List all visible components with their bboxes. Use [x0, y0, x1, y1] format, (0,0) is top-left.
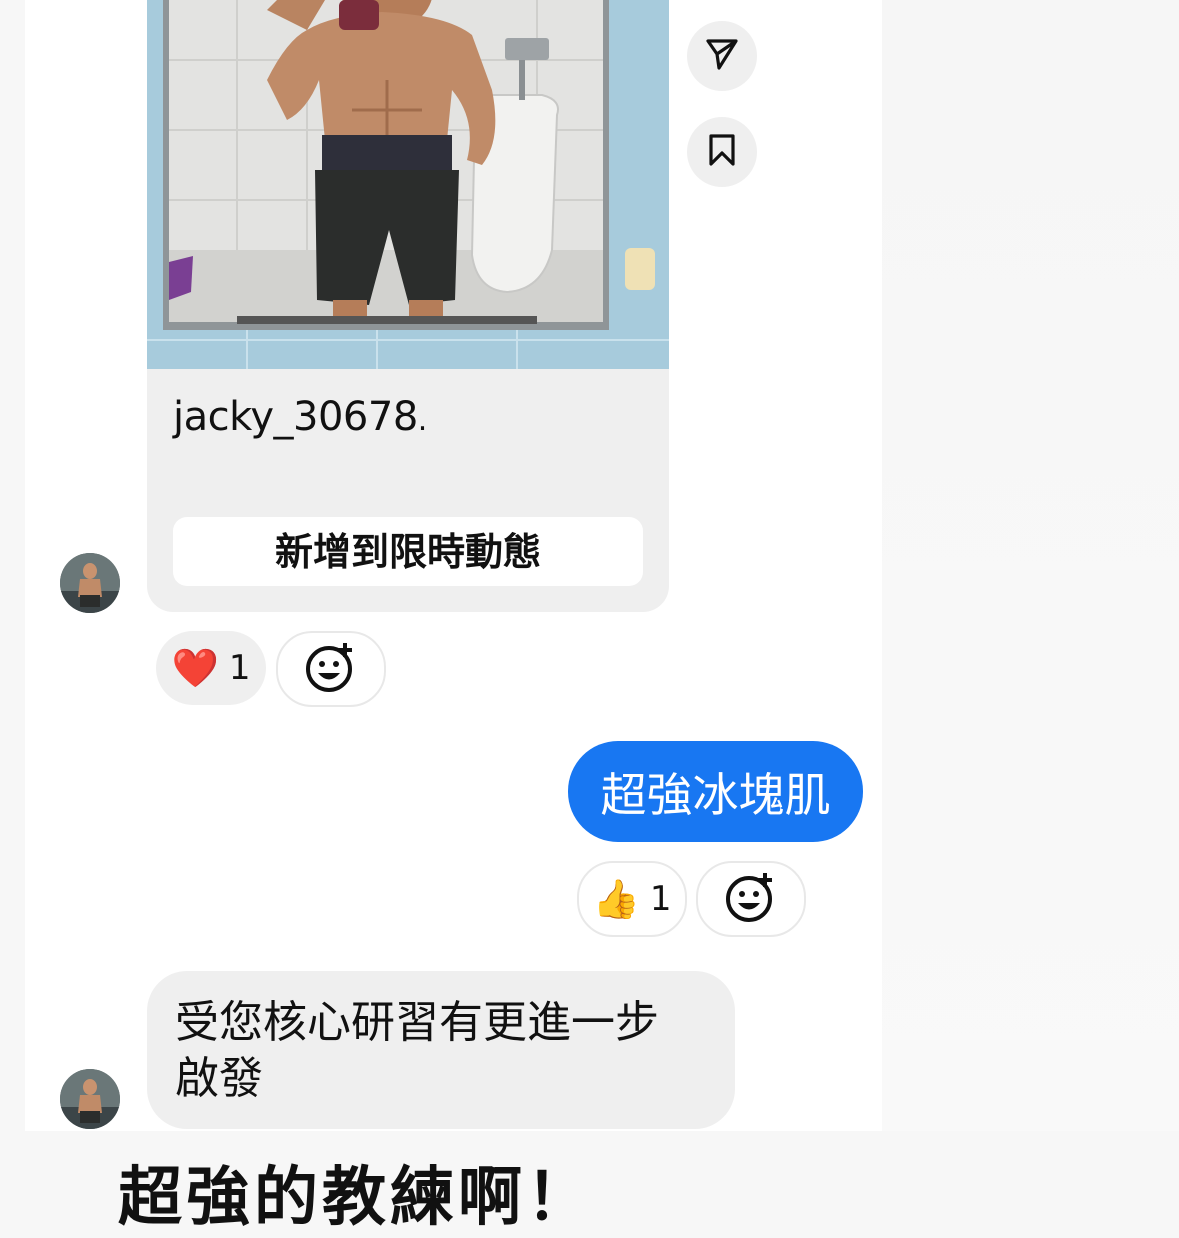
add-emoji-icon	[724, 870, 778, 928]
chat-thread: jacky_30678. 新增到限時動態 ❤️ 1 超強冰塊肌 👍 1 受您核心…	[25, 0, 882, 1131]
reaction-count: 1	[649, 879, 672, 919]
outgoing-message-bubble[interactable]: 超強冰塊肌	[568, 741, 863, 842]
outgoing-message-text: 超強冰塊肌	[600, 767, 831, 822]
add-reaction-button[interactable]	[276, 631, 386, 707]
background-panel	[882, 0, 1179, 1131]
caption-text: 超強的教練啊！	[118, 1161, 594, 1235]
post-reaction-badge[interactable]: ❤️ 1	[156, 631, 266, 705]
sender-avatar[interactable]	[60, 553, 120, 613]
add-emoji-icon	[304, 640, 358, 698]
outgoing-reaction-badge[interactable]: 👍 1	[577, 861, 687, 937]
sender-avatar[interactable]	[60, 1069, 120, 1129]
send-icon	[705, 37, 739, 75]
incoming-message-bubble[interactable]: 受您核心研習有更進一步 啟發	[147, 971, 735, 1129]
post-username[interactable]: jacky_30678.	[173, 394, 427, 440]
post-photo[interactable]	[147, 0, 669, 369]
thumbs-up-emoji: 👍	[592, 876, 640, 921]
bookmark-icon	[707, 133, 737, 171]
heart-emoji: ❤️	[171, 645, 219, 690]
save-button[interactable]	[687, 117, 757, 187]
add-to-story-button[interactable]: 新增到限時動態	[173, 517, 643, 586]
share-button[interactable]	[687, 21, 757, 91]
incoming-message-line: 受您核心研習有更進一步	[175, 997, 659, 1048]
post-photo-image	[147, 0, 669, 369]
reaction-count: 1	[228, 648, 251, 688]
shared-post-card[interactable]: jacky_30678. 新增到限時動態	[147, 0, 669, 612]
add-reaction-button-2[interactable]	[696, 861, 806, 937]
incoming-message-line: 啟發	[175, 1053, 263, 1104]
